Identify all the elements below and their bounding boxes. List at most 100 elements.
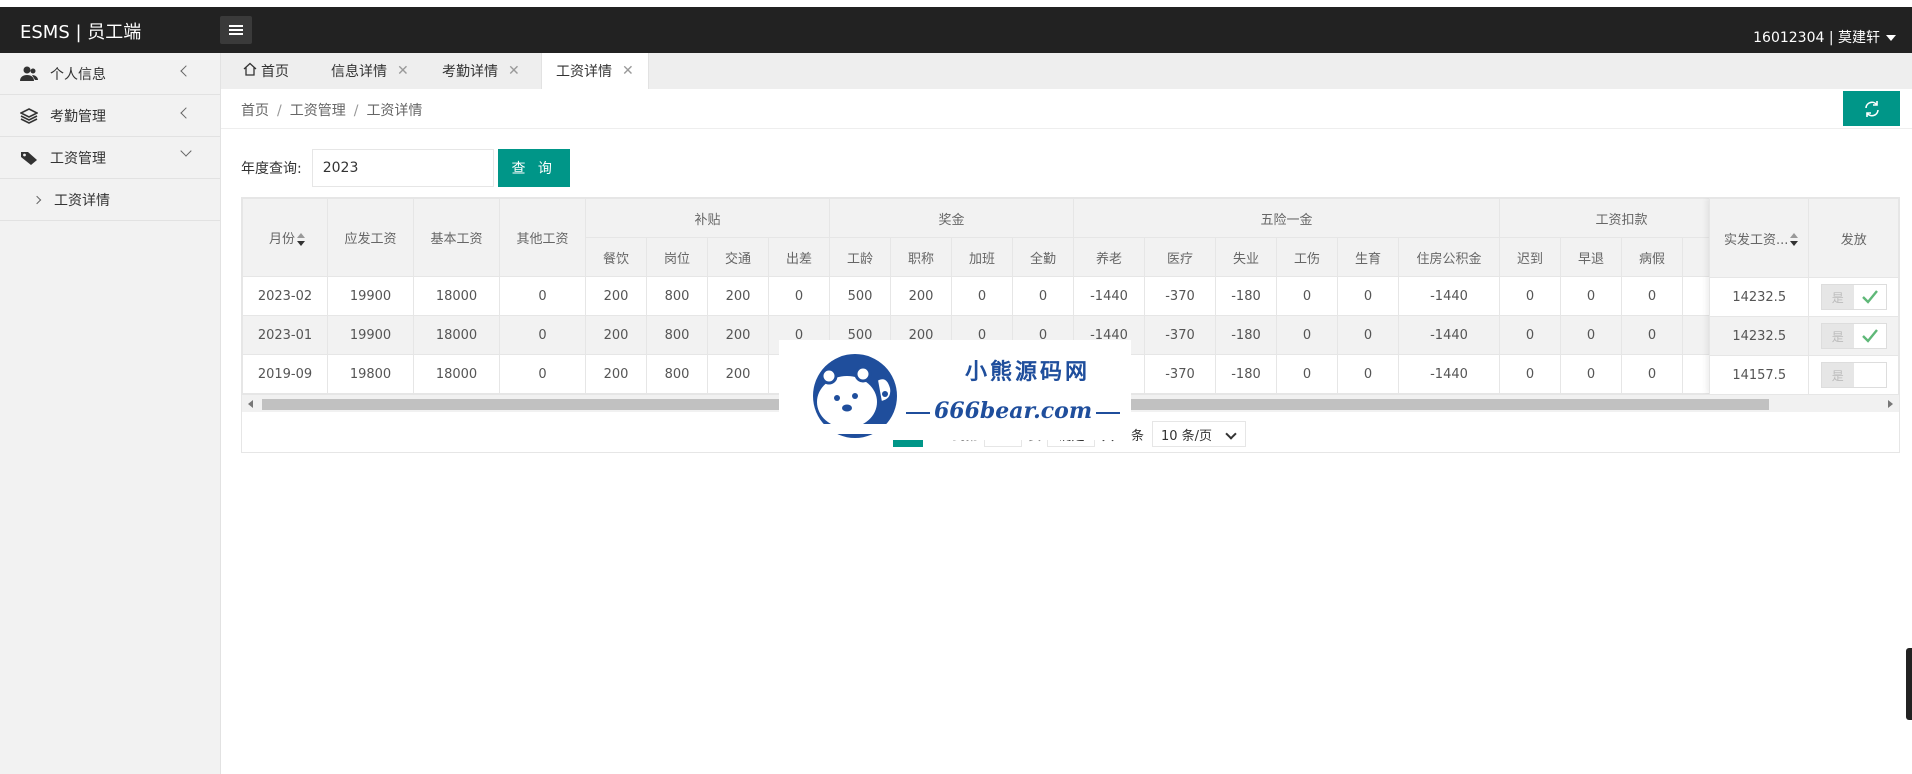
cell-meal: 200 [585,276,647,316]
cell-base: 18000 [413,354,500,394]
col-other: 其他工资 [499,198,586,277]
sidebar-item-salary[interactable]: 工资管理 [0,137,220,179]
cell-early: 0 [1560,354,1622,394]
tab-bar: 首页 信息详情 ✕ 考勤详情 ✕ 工资详情 ✕ [221,53,1912,89]
cell-other: 0 [499,276,586,316]
cell-gross: 19900 [327,276,414,316]
check-icon [1861,329,1878,343]
col-title: 职称 [890,237,952,277]
switch-label: 是 [1821,363,1854,387]
cell-net: 14232.5 [1708,316,1810,356]
cell-paid: 是 [1808,277,1899,317]
breadcrumb-bar: 首页 / 工资管理 / 工资详情 [221,89,1912,129]
col-net[interactable]: 实发工资... [1708,198,1810,278]
close-icon[interactable]: ✕ [622,63,634,79]
group-deduction: 工资扣款 [1499,198,1744,238]
chevron-right-icon [32,195,42,204]
year-search-label: 年度查询: [241,161,302,177]
switch-knob [1853,285,1886,309]
tab-attendance-details[interactable]: 考勤详情 ✕ [428,53,534,89]
breadcrumb: 首页 / 工资管理 / 工资详情 [241,103,423,119]
tab-salary-details[interactable]: 工资详情 ✕ [541,53,649,89]
cell-seniority: 500 [829,276,891,316]
col-attendance: 全勤 [1012,237,1074,277]
user-menu[interactable]: 16012304 | 莫建轩 [1753,27,1896,47]
cell-late: 0 [1499,276,1561,316]
close-icon[interactable]: ✕ [397,63,409,79]
cell-maternity: 0 [1337,276,1399,316]
group-bonus: 奖金 [829,198,1074,238]
breadcrumb-salary-management[interactable]: 工资管理 [290,103,346,119]
table-row-fixed[interactable]: 14232.5 是 [1708,277,1899,317]
user-label: 16012304 | 莫建轩 [1753,30,1880,46]
menu-toggle-button[interactable] [220,16,252,44]
cell-late: 0 [1499,315,1561,355]
cell-transport: 200 [707,354,769,394]
cell-base: 18000 [413,315,500,355]
watermark-url: 666bear.com [905,398,1121,424]
scroll-left-icon[interactable] [248,400,253,408]
chevron-left-icon [180,65,192,77]
breadcrumb-home[interactable]: 首页 [241,103,269,119]
cell-sick: 0 [1621,354,1683,394]
cell-unemployment: -180 [1215,354,1277,394]
cell-travel: 0 [768,276,830,316]
top-strip [0,0,1912,7]
group-subsidy: 补贴 [585,198,830,238]
sidebar: 个人信息 考勤管理 工资管理 工资详情 [0,53,221,774]
scroll-right-icon[interactable] [1888,400,1893,408]
col-medical: 医疗 [1144,237,1216,277]
table-row[interactable]: 2023-02 19900 18000 0 200 800 200 0 500 200 0 0 -144… [242,276,1744,316]
col-gross: 应发工资 [327,198,414,277]
switch-label: 是 [1821,324,1854,348]
col-maternity: 生育 [1337,237,1399,277]
cell-sick: 0 [1621,315,1683,355]
col-meal: 餐饮 [585,237,647,277]
side-handle[interactable] [1906,648,1912,720]
cell-medical: -370 [1144,276,1216,316]
cell-pension: -1440 [1073,276,1145,316]
cell-early: 0 [1560,315,1622,355]
watermark: 小熊源码网 666bear.com [779,340,1131,440]
paid-switch[interactable]: 是 [1820,323,1887,349]
sidebar-item-personal-info[interactable]: 个人信息 [0,53,220,95]
tab-home[interactable]: 首页 [229,53,303,89]
check-icon [1861,290,1878,304]
page-size-select[interactable]: 10 条/页 [1152,421,1246,447]
sidebar-item-attendance[interactable]: 考勤管理 [0,95,220,137]
col-paid: 发放 [1808,198,1899,278]
cell-injury: 0 [1276,315,1338,355]
tab-info-details[interactable]: 信息详情 ✕ [317,53,423,89]
cell-month: 2023-01 [242,315,328,355]
cell-post: 800 [646,354,708,394]
paid-switch[interactable]: 是 [1820,362,1887,388]
cell-title: 200 [890,276,952,316]
breadcrumb-current: 工资详情 [366,103,423,119]
refresh-icon [1864,100,1879,117]
paid-switch[interactable]: 是 [1820,284,1887,310]
tab-label: 信息详情 [331,64,387,80]
refresh-button[interactable] [1843,91,1900,126]
cell-transport: 200 [707,276,769,316]
cell-meal: 200 [585,354,647,394]
table-row-fixed[interactable]: 14232.5 是 [1708,316,1899,356]
app-title: ESMS | 员工端 [20,22,142,43]
cell-overtime: 0 [951,276,1013,316]
col-sick: 病假 [1621,237,1683,277]
sidebar-item-label: 工资管理 [50,150,106,167]
col-injury: 工伤 [1276,237,1338,277]
table-row-fixed[interactable]: 14157.5 是 [1708,355,1899,395]
switch-knob [1853,324,1886,348]
query-button[interactable]: 查 询 [497,149,570,187]
cell-month: 2019-09 [242,354,328,394]
cell-paid: 是 [1808,355,1899,395]
col-month[interactable]: 月份 [242,198,328,277]
sidebar-subitem-label: 工资详情 [54,192,110,209]
chevron-down-icon [180,145,192,157]
cell-transport: 200 [707,315,769,355]
sidebar-subitem-salary-details[interactable]: 工资详情 [0,179,220,221]
close-icon[interactable]: ✕ [508,63,520,79]
year-input[interactable] [311,149,494,187]
col-late: 迟到 [1499,237,1561,277]
col-overtime: 加班 [951,237,1013,277]
